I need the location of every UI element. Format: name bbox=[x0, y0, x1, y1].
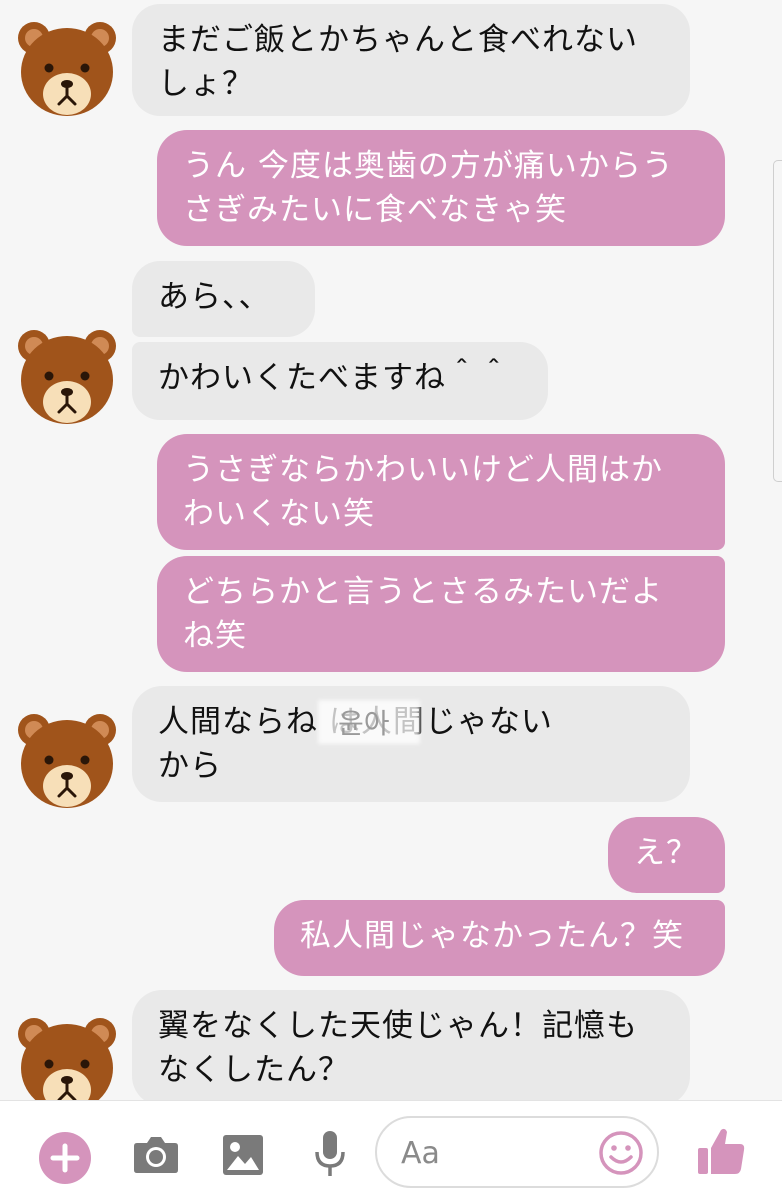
message-bubble-incoming[interactable]: 翼をなくした天使じゃん！記憶も なくしたん？ bbox=[132, 990, 690, 1100]
message-bubble-outgoing[interactable]: どちらかと言うとさるみたいだよ ね笑 bbox=[157, 556, 725, 672]
plus-icon[interactable] bbox=[38, 1131, 92, 1185]
bear-avatar-icon[interactable] bbox=[12, 706, 122, 816]
bear-avatar-icon[interactable] bbox=[12, 14, 122, 124]
redacted-name: 윤아 bbox=[338, 707, 390, 740]
microphone-icon[interactable] bbox=[314, 1130, 346, 1180]
message-bubble-outgoing[interactable]: え？ bbox=[608, 817, 725, 893]
scrollbar[interactable] bbox=[773, 160, 782, 482]
message-input[interactable] bbox=[399, 1130, 593, 1176]
image-icon[interactable] bbox=[222, 1134, 264, 1176]
camera-icon[interactable] bbox=[133, 1134, 179, 1174]
message-bubble-outgoing[interactable]: うさぎならかわいいけど人間はか わいくない笑 bbox=[157, 434, 725, 550]
thumbs-up-icon[interactable] bbox=[696, 1126, 746, 1176]
emoji-icon[interactable] bbox=[598, 1130, 644, 1176]
bear-avatar-icon[interactable] bbox=[12, 322, 122, 432]
chat-thread[interactable]: まだご飯とかちゃんと食べれない しょ？ うん 今度は奥歯の方が痛いからう さぎみ… bbox=[0, 0, 782, 1100]
message-bubble-outgoing[interactable]: 私人間じゃなかったん？笑 bbox=[274, 900, 725, 976]
message-bubble-incoming[interactable]: かわいくたべますね＾＾ bbox=[132, 342, 548, 420]
message-bubble-outgoing[interactable]: うん 今度は奥歯の方が痛いからう さぎみたいに食べなきゃ笑 bbox=[157, 130, 725, 246]
message-bubble-incoming[interactable]: まだご飯とかちゃんと食べれない しょ？ bbox=[132, 4, 690, 116]
message-bubble-incoming[interactable]: あら、、 bbox=[132, 261, 315, 337]
bear-avatar-icon[interactable] bbox=[12, 1010, 122, 1100]
